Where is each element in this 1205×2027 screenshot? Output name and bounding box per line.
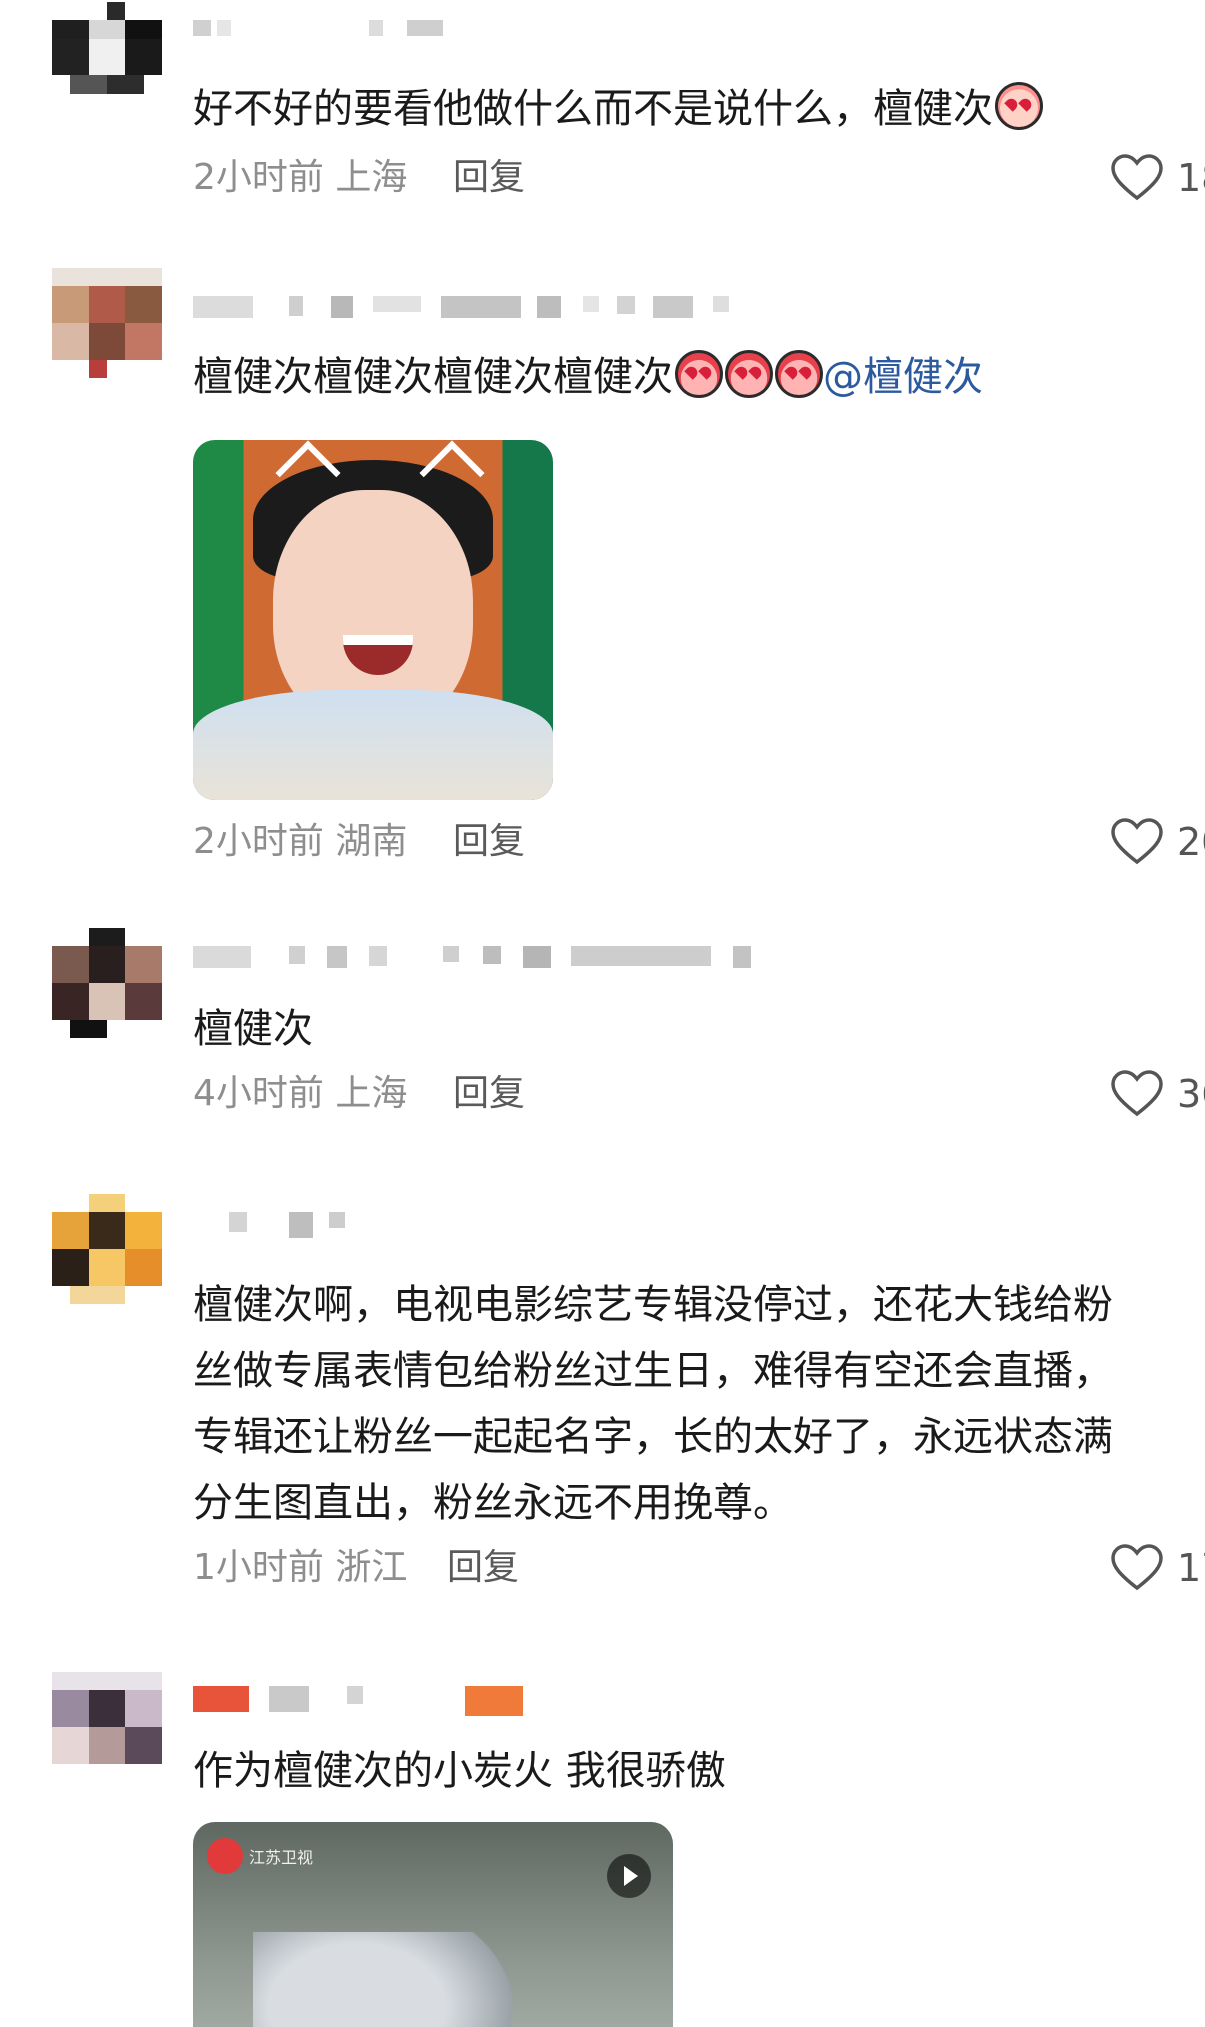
comment-text-line: 檀健次檀健次檀健次檀健次 — [193, 354, 673, 400]
comment-time-location: 2小时前 上海 — [193, 157, 408, 198]
like-count: 20 — [1177, 820, 1205, 864]
channel-logo-icon — [207, 1838, 243, 1874]
comment-text: 檀健次檀健次檀健次檀健次 @檀健次 — [193, 344, 1173, 410]
reply-button[interactable]: 回复 — [453, 152, 525, 204]
username-blurred[interactable] — [193, 1212, 373, 1252]
sticker-shirt — [193, 690, 553, 800]
comment-text-line: 檀健次 — [193, 1006, 313, 1052]
comment-time-location: 1小时前 浙江 — [193, 1547, 408, 1588]
comment-text: 檀健次啊，电视电影综艺专辑没停过，还花大钱给粉 丝做专属表情包给粉丝过生日，难得… — [193, 1272, 1173, 1536]
heart-eyes-emoji-icon — [675, 350, 723, 398]
comment-text: 作为檀健次的小炭火 我很骄傲 — [193, 1738, 1173, 1804]
comment-meta: 1小时前 浙江 回复 17 — [193, 1542, 1205, 1594]
video-figure — [253, 1932, 513, 2027]
comment-meta: 2小时前 上海 回复 18 — [193, 152, 1205, 204]
heart-eyes-emoji-icon — [725, 350, 773, 398]
avatar[interactable] — [52, 928, 162, 1038]
comment-meta: 4小时前 上海 回复 36 — [193, 1068, 1205, 1120]
comment-text-line: 檀健次啊，电视电影综艺专辑没停过，还花大钱给粉 — [193, 1282, 1113, 1328]
comment-time-location: 4小时前 上海 — [193, 1073, 408, 1114]
comment-text-line: 丝做专属表情包给粉丝过生日，难得有空还会直播， — [193, 1348, 1113, 1394]
avatar[interactable] — [52, 1194, 162, 1304]
reply-button[interactable]: 回复 — [453, 1068, 525, 1120]
like-button[interactable]: 18 — [1111, 152, 1205, 204]
heart-outline-icon — [1111, 1544, 1163, 1591]
heart-outline-icon — [1111, 1070, 1163, 1117]
like-count: 18 — [1177, 156, 1205, 200]
angry-emoji-icon — [995, 82, 1043, 130]
comment-text-line: 分生图直出，粉丝永远不用挽尊。 — [193, 1480, 793, 1526]
comment-text-line: 作为檀健次的小炭火 我很骄傲 — [193, 1748, 726, 1794]
username-blurred[interactable] — [193, 1686, 533, 1726]
heart-eyes-emoji-icon — [775, 350, 823, 398]
comment-text: 檀健次 — [193, 996, 1173, 1062]
like-button[interactable]: 17 — [1111, 1542, 1205, 1594]
comment-sticker-image[interactable] — [193, 440, 553, 800]
comment-text-line: 专辑还让粉丝一起起名字，长的太好了，永远状态满 — [193, 1414, 1113, 1460]
reply-button[interactable]: 回复 — [453, 816, 525, 868]
username-blurred[interactable] — [193, 20, 453, 60]
like-button[interactable]: 36 — [1111, 1068, 1205, 1120]
like-count: 36 — [1177, 1072, 1205, 1116]
avatar[interactable] — [52, 1672, 162, 1782]
heart-outline-icon — [1111, 818, 1163, 865]
comment-video-thumbnail[interactable]: 江苏卫视 — [193, 1822, 673, 2027]
comment-time-location: 2小时前 湖南 — [193, 821, 408, 862]
mention-link[interactable]: @檀健次 — [823, 354, 983, 400]
play-icon[interactable] — [607, 1854, 651, 1898]
avatar[interactable] — [52, 2, 162, 112]
like-button[interactable]: 20 — [1111, 816, 1205, 868]
heart-outline-icon — [1111, 154, 1163, 201]
comment-text: 好不好的要看他做什么而不是说什么，檀健次 — [193, 76, 1173, 142]
username-blurred[interactable] — [193, 296, 773, 336]
comment-text-line: 好不好的要看他做什么而不是说什么，檀健次 — [193, 86, 993, 132]
username-blurred[interactable] — [193, 946, 753, 986]
comment-meta: 2小时前 湖南 回复 20 — [193, 816, 1205, 868]
reply-button[interactable]: 回复 — [447, 1542, 519, 1594]
avatar[interactable] — [52, 268, 162, 378]
comment-list: 好不好的要看他做什么而不是说什么，檀健次 2小时前 上海 回复 18 — [0, 0, 1205, 2027]
channel-name: 江苏卫视 — [249, 1848, 314, 1867]
like-count: 17 — [1177, 1546, 1205, 1590]
